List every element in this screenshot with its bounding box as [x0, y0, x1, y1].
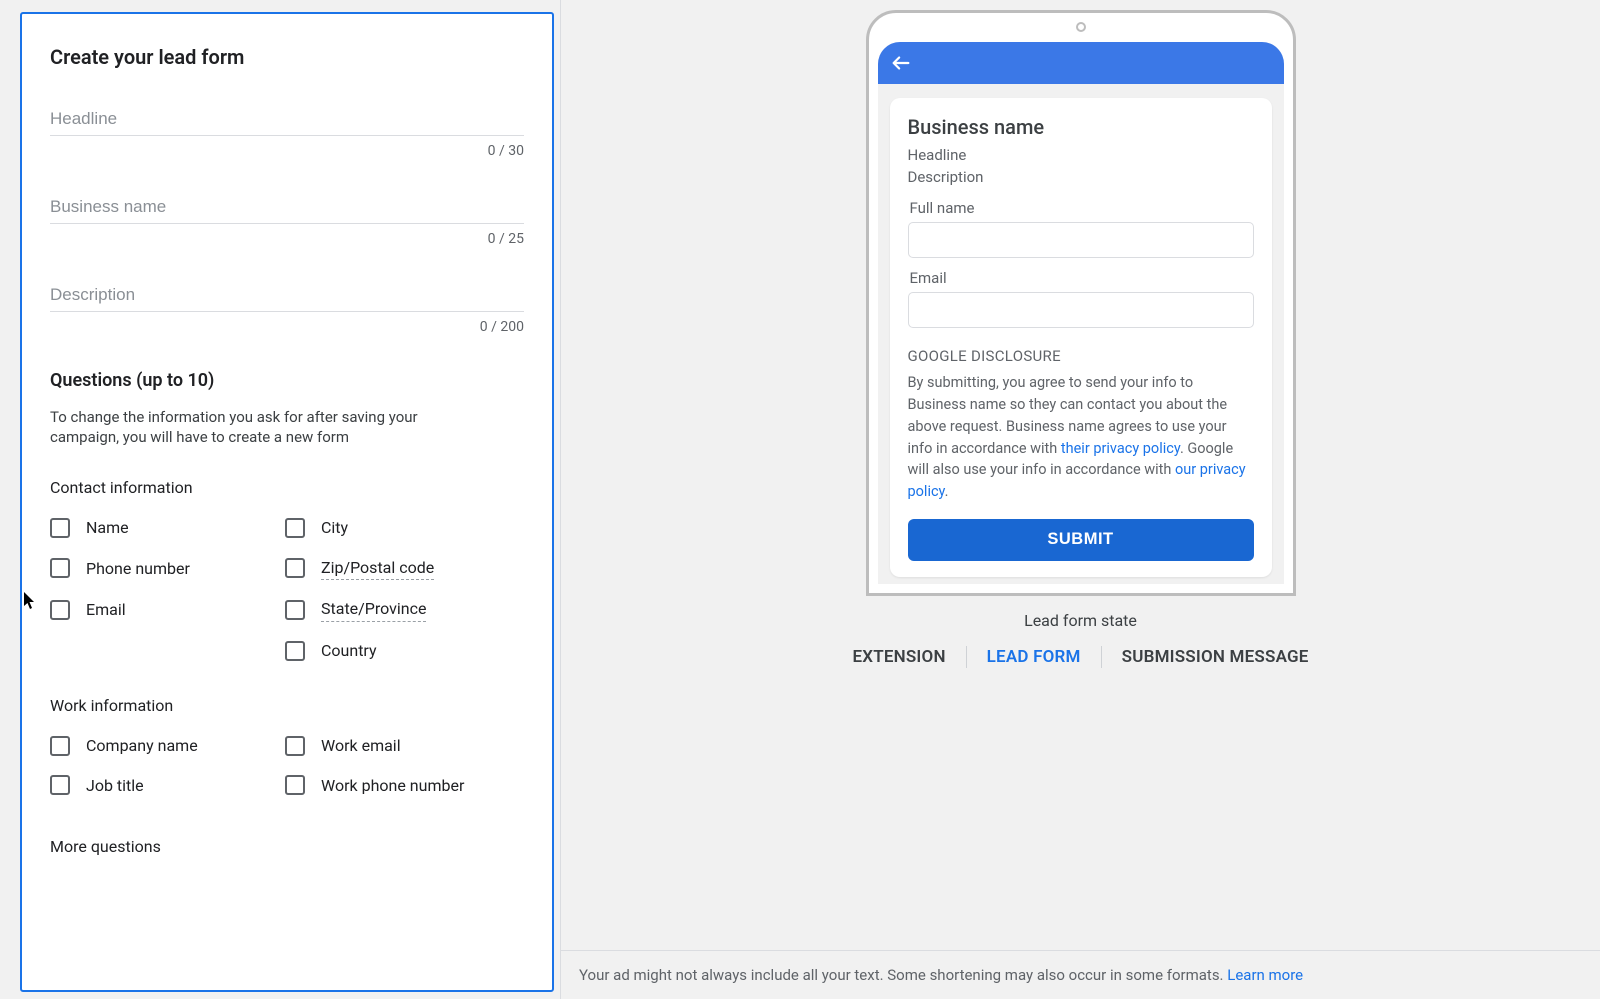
checkbox-icon — [285, 775, 305, 795]
checkbox-city[interactable]: City — [285, 517, 510, 539]
checkbox-icon — [285, 558, 305, 578]
preview-state-label: Lead form state — [1024, 610, 1137, 632]
headline-input[interactable] — [50, 105, 524, 136]
notice-text: Your ad might not always include all you… — [579, 966, 1227, 984]
business-field: 0 / 25 — [50, 193, 524, 249]
preview-description: Description — [908, 167, 1254, 187]
checkbox-email[interactable]: Email — [50, 598, 275, 622]
business-input[interactable] — [50, 193, 524, 224]
checkbox-company[interactable]: Company name — [50, 735, 275, 757]
preview-fullname-input[interactable] — [908, 222, 1254, 258]
checkbox-icon — [50, 558, 70, 578]
tab-submission[interactable]: SUBMISSION MESSAGE — [1102, 642, 1329, 673]
checkbox-icon — [50, 600, 70, 620]
description-input[interactable] — [50, 281, 524, 312]
checkbox-phone[interactable]: Phone number — [50, 557, 275, 581]
learn-more-link[interactable]: Learn more — [1227, 966, 1303, 984]
checkbox-label: Company name — [86, 735, 198, 757]
tab-leadform[interactable]: LEAD FORM — [967, 642, 1101, 673]
notice-bar: Your ad might not always include all you… — [561, 950, 1600, 999]
checkbox-name[interactable]: Name — [50, 517, 275, 539]
checkbox-workemail[interactable]: Work email — [285, 735, 510, 757]
checkbox-label: Job title — [86, 775, 144, 797]
headline-field: 0 / 30 — [50, 105, 524, 161]
more-questions-title: More questions — [50, 836, 524, 858]
submit-button[interactable]: SUBMIT — [908, 519, 1254, 561]
checkbox-label: Name — [86, 517, 129, 539]
checkbox-icon — [285, 736, 305, 756]
business-counter: 0 / 25 — [50, 224, 524, 249]
preview-email-input[interactable] — [908, 292, 1254, 328]
checkbox-icon — [50, 518, 70, 538]
preview-appbar — [878, 42, 1284, 84]
form-title: Create your lead form — [50, 44, 524, 71]
contact-info-title: Contact information — [50, 477, 524, 499]
back-arrow-icon[interactable] — [890, 52, 912, 74]
preview-card: Business name Headline Description Full … — [890, 98, 1272, 577]
questions-title: Questions (up to 10) — [50, 369, 524, 393]
checkbox-label: Phone number — [86, 558, 190, 580]
checkbox-label: City — [321, 517, 348, 539]
description-field: 0 / 200 — [50, 281, 524, 337]
checkbox-label: Work email — [321, 735, 401, 757]
lead-form-card: Create your lead form 0 / 30 0 / 25 0 / … — [20, 12, 554, 992]
phone-frame: Business name Headline Description Full … — [866, 10, 1296, 596]
preview-tabs: EXTENSION LEAD FORM SUBMISSION MESSAGE — [832, 642, 1328, 673]
phone-screen: Business name Headline Description Full … — [878, 42, 1284, 584]
phone-speaker-icon — [1076, 22, 1086, 32]
checkbox-country[interactable]: Country — [285, 640, 510, 662]
checkbox-icon — [285, 518, 305, 538]
disclosure-heading: GOOGLE DISCLOSURE — [908, 346, 1254, 366]
checkbox-label: State/Province — [321, 598, 426, 622]
headline-counter: 0 / 30 — [50, 136, 524, 161]
questions-desc: To change the information you ask for af… — [50, 407, 490, 448]
contact-grid: Name City Phone number Zip/Postal code E… — [50, 517, 510, 661]
checkbox-state[interactable]: State/Province — [285, 598, 510, 622]
description-counter: 0 / 200 — [50, 312, 524, 337]
preview-field-label: Email — [910, 268, 1254, 288]
preview-business-name: Business name — [908, 114, 1254, 141]
checkbox-jobtitle[interactable]: Job title — [50, 775, 275, 797]
disclosure-part: . — [945, 483, 949, 500]
their-privacy-link[interactable]: their privacy policy — [1061, 440, 1180, 457]
work-info-title: Work information — [50, 695, 524, 717]
checkbox-label: Zip/Postal code — [321, 557, 434, 581]
checkbox-icon — [50, 775, 70, 795]
checkbox-label: Email — [86, 599, 126, 621]
checkbox-icon — [50, 736, 70, 756]
tab-extension[interactable]: EXTENSION — [832, 642, 965, 673]
checkbox-zip[interactable]: Zip/Postal code — [285, 557, 510, 581]
work-grid: Company name Work email Job title Work p… — [50, 735, 510, 796]
checkbox-icon — [285, 600, 305, 620]
preview-field-label: Full name — [910, 198, 1254, 218]
checkbox-icon — [285, 641, 305, 661]
disclosure-text: By submitting, you agree to send your in… — [908, 372, 1254, 503]
checkbox-workphone[interactable]: Work phone number — [285, 775, 510, 797]
checkbox-label: Country — [321, 640, 377, 662]
preview-area: Business name Headline Description Full … — [561, 0, 1600, 950]
checkbox-label: Work phone number — [321, 775, 464, 797]
preview-headline: Headline — [908, 145, 1254, 165]
